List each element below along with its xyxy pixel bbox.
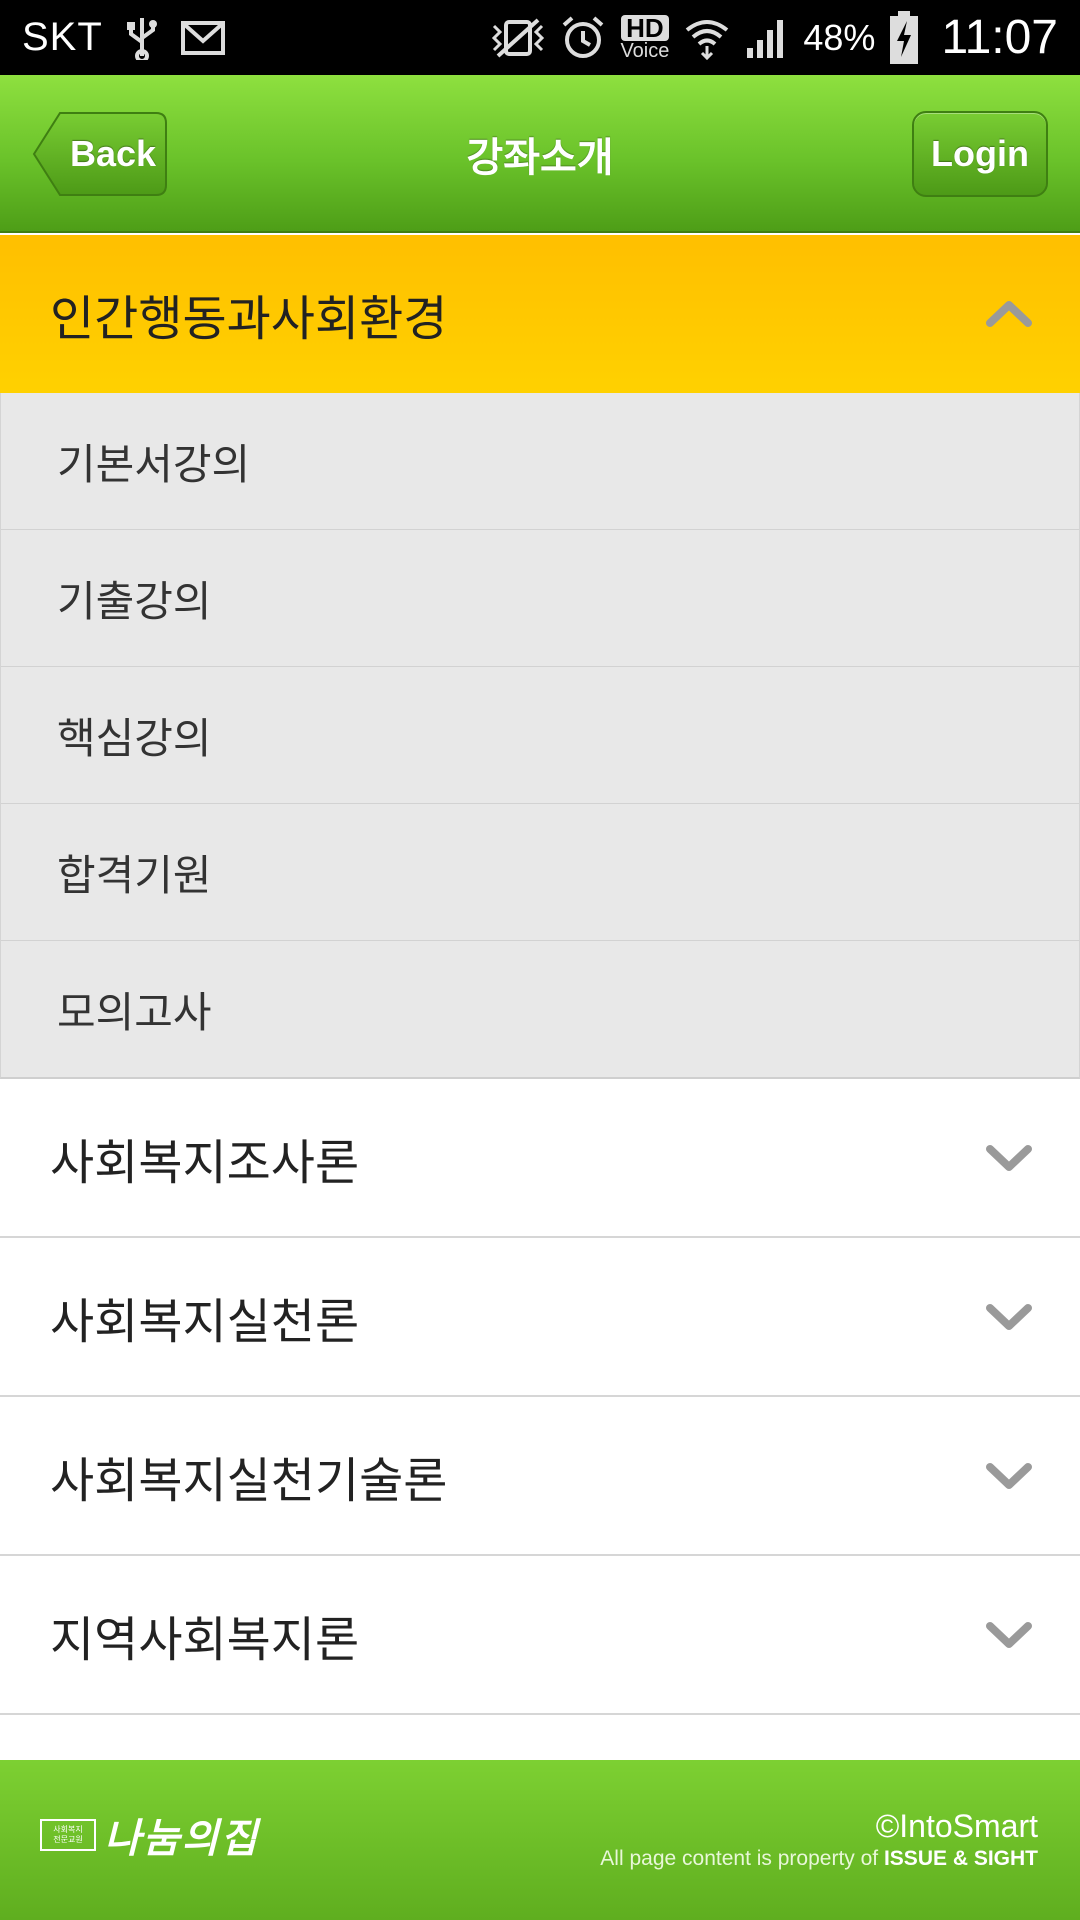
- sub-item-basic-lecture[interactable]: 기본서강의: [1, 393, 1079, 529]
- category-title: 사회복지실천기술론: [50, 1452, 448, 1509]
- logo-badge: 사회복지 전문교원: [40, 1819, 96, 1851]
- sub-item-past-exam-lecture[interactable]: 기출강의: [1, 529, 1079, 666]
- logo-badge-line2: 전문교원: [53, 1835, 83, 1844]
- category-header[interactable]: 사회복지조사론: [0, 1079, 1080, 1238]
- property-prefix: All page content is property of: [600, 1847, 884, 1870]
- chevron-down-icon: [986, 1144, 1032, 1171]
- hd-voice-icon: HD Voice: [620, 14, 670, 62]
- logo-text: 나눔의집: [104, 1815, 260, 1862]
- footer-credits: ©IntoSmart All page content is property …: [600, 1808, 1038, 1871]
- sub-item-core-lecture[interactable]: 핵심강의: [1, 666, 1079, 803]
- category-title: 인간행동과사회환경: [50, 291, 448, 347]
- alarm-icon: [560, 15, 606, 61]
- vibrate-icon: [490, 16, 546, 60]
- footer-logo: 사회복지 전문교원 나눔의집: [40, 1806, 259, 1864]
- property-owner: ISSUE & SIGHT: [883, 1847, 1038, 1870]
- category-header[interactable]: 사회복지실천기술론: [0, 1397, 1080, 1556]
- sub-item-pass-wishes[interactable]: 합격기원: [1, 803, 1079, 940]
- wifi-icon: [683, 16, 731, 60]
- copyright-text: ©IntoSmart: [875, 1808, 1038, 1844]
- chevron-up-icon: [986, 301, 1032, 327]
- status-bar-left: SKT: [22, 0, 225, 75]
- category-header-open[interactable]: 인간행동과사회환경: [0, 235, 1080, 393]
- category-header[interactable]: 사회복지실천론: [0, 1238, 1080, 1397]
- hd-label: HD: [621, 14, 669, 41]
- logo-badge-line1: 사회복지: [53, 1825, 83, 1834]
- sub-item-mock-exam[interactable]: 모의고사: [1, 940, 1079, 1077]
- clock: 11:07: [941, 11, 1058, 64]
- chevron-down-icon: [986, 1462, 1032, 1489]
- course-accordion: 인간행동과사회환경 기본서강의 기출강의 핵심강의 합격기원 모의고사 사회복지…: [0, 235, 1080, 1715]
- carrier-label: SKT: [22, 15, 103, 59]
- category-title: 지역사회복지론: [50, 1611, 360, 1668]
- battery-percent: 48%: [803, 16, 876, 58]
- usb-icon: [125, 16, 159, 60]
- battery-charging-icon: [889, 10, 919, 65]
- voice-label: Voice: [620, 39, 670, 62]
- sub-item-list: 기본서강의 기출강의 핵심강의 합격기원 모의고사: [0, 393, 1080, 1079]
- signal-icon: [745, 16, 789, 60]
- login-button[interactable]: Login: [912, 111, 1048, 197]
- status-bar: SKT HD Voice 48% 11:07: [0, 0, 1080, 75]
- back-button[interactable]: Back: [32, 111, 168, 197]
- category-title: 사회복지실천론: [50, 1293, 360, 1350]
- chevron-down-icon: [986, 1621, 1032, 1648]
- app-header: 강좌소개 Back Login: [0, 75, 1080, 233]
- footer: 사회복지 전문교원 나눔의집 ©IntoSmart All page conte…: [0, 1760, 1080, 1920]
- property-notice: All page content is property of ISSUE & …: [600, 1847, 1038, 1871]
- status-bar-right: HD Voice 48% 11:07: [490, 0, 1058, 75]
- category-header[interactable]: 지역사회복지론: [0, 1556, 1080, 1715]
- category-title: 사회복지조사론: [50, 1134, 360, 1191]
- back-button-label: Back: [70, 133, 157, 174]
- chevron-down-icon: [986, 1303, 1032, 1330]
- gmail-icon: [180, 20, 225, 55]
